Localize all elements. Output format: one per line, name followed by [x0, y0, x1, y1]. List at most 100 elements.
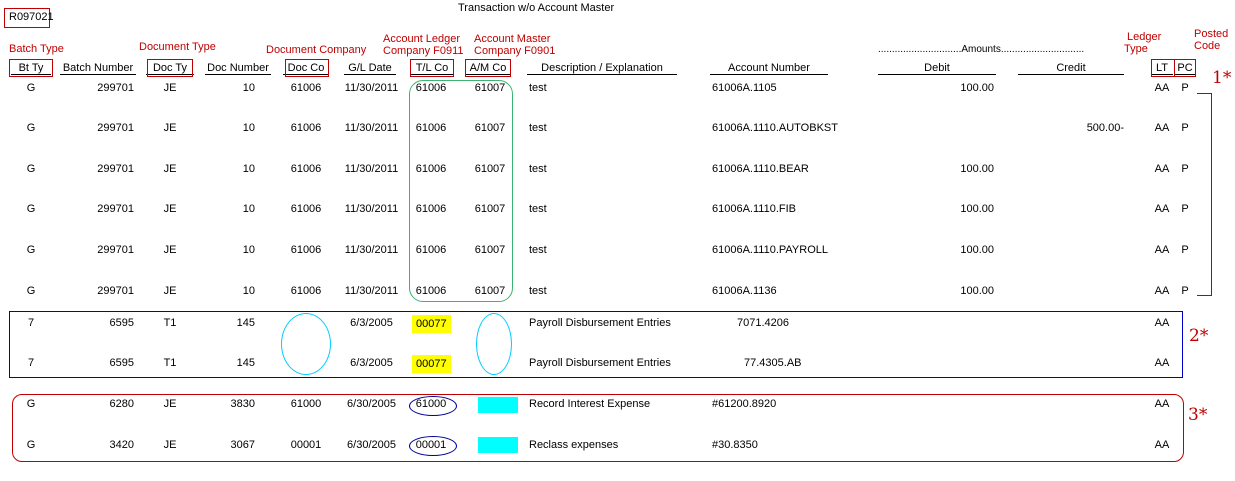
cell-am-co: 61007 — [474, 285, 506, 297]
cell-bt-ty: G — [26, 398, 36, 410]
cell-doc-ty: JE — [163, 203, 177, 215]
cell-gl-date: 11/30/2011 — [344, 163, 399, 175]
cell-lt: AA — [1154, 163, 1170, 175]
cell-tl-co: 61006 — [415, 82, 447, 94]
note-1: 1* — [1212, 68, 1232, 88]
cell-bt-ty: 7 — [27, 357, 35, 369]
highlight-box-doc-co — [285, 59, 329, 77]
cell-pc: P — [1181, 163, 1189, 175]
cell-doc-co: 61006 — [290, 244, 322, 256]
cell-doc-co: 00001 — [290, 439, 322, 451]
cell-lt: AA — [1154, 439, 1170, 451]
annotation-document-company: Document Company — [266, 44, 367, 56]
cell-debit: 100.00 — [960, 163, 994, 175]
cell-credit: 500.00- — [1086, 122, 1124, 134]
cell-gl-date: 11/30/2011 — [344, 285, 399, 297]
cell-gl-date: 11/30/2011 — [344, 203, 399, 215]
group1-bracket — [1197, 93, 1212, 296]
cell-bt-ty: 7 — [27, 317, 35, 329]
col-header-description: Description / Explanation — [527, 62, 677, 75]
cell-account-number: 61006A.1136 — [712, 285, 777, 297]
cell-doc-co: 61006 — [290, 163, 322, 175]
cell-account-number: 61006A.1110.PAYROLL — [712, 244, 828, 256]
cell-bt-ty: G — [26, 439, 36, 451]
cell-tl-co: 00077 — [412, 315, 451, 333]
col-header-doc-number: Doc Number — [205, 62, 271, 75]
col-header-account-number: Account Number — [710, 62, 828, 75]
cell-bt-ty: G — [26, 203, 36, 215]
missing-doc-co-oval — [281, 313, 331, 375]
annotation-document-type: Document Type — [139, 41, 216, 53]
cell-lt: AA — [1154, 398, 1170, 410]
cell-doc-ty: JE — [163, 163, 177, 175]
cell-debit: 100.00 — [960, 82, 994, 94]
cell-doc-number: 10 — [242, 244, 255, 256]
cell-batch-number: 6280 — [109, 398, 134, 410]
cell-tl-co: 61006 — [415, 163, 447, 175]
cell-doc-number: 3830 — [230, 398, 255, 410]
cell-doc-ty: JE — [163, 122, 177, 134]
cell-debit: 100.00 — [960, 203, 994, 215]
report-title: Transaction w/o Account Master — [458, 2, 615, 14]
cell-account-number: 61006A.1110.AUTOBKST — [712, 122, 838, 134]
amounts-header: ..............................Amounts...… — [878, 44, 1085, 55]
cell-batch-number: 3420 — [109, 439, 134, 451]
cell-description: test — [529, 203, 547, 215]
cell-bt-ty: G — [26, 122, 36, 134]
cell-doc-ty: T1 — [163, 317, 177, 329]
group1-company-highlight — [409, 80, 513, 302]
cell-gl-date: 6/30/2005 — [347, 439, 396, 451]
cell-doc-ty: T1 — [163, 357, 177, 369]
cell-gl-date: 11/30/2011 — [344, 244, 399, 256]
cell-debit: 100.00 — [960, 244, 994, 256]
cell-description: Record Interest Expense — [529, 398, 651, 410]
cell-gl-date: 6/3/2005 — [350, 317, 393, 329]
highlight-box-pc — [1174, 59, 1196, 77]
cell-doc-number: 10 — [242, 203, 255, 215]
cell-description: test — [529, 82, 547, 94]
col-header-credit: Credit — [1018, 62, 1124, 75]
cell-lt: AA — [1154, 285, 1170, 297]
cell-lt: AA — [1154, 317, 1170, 329]
cell-doc-co: 61006 — [290, 82, 322, 94]
cell-lt: AA — [1154, 122, 1170, 134]
annotation-acct-ledger-1: Account Ledger — [383, 33, 461, 45]
annotation-acct-master-1: Account Master — [474, 33, 551, 45]
cell-doc-ty: JE — [163, 244, 177, 256]
annotation-ledger-type-2: Type — [1124, 43, 1148, 55]
cell-pc: P — [1181, 244, 1189, 256]
missing-am-co-fill-2 — [478, 437, 518, 453]
cell-tl-co: 61006 — [415, 285, 447, 297]
cell-doc-number: 10 — [242, 122, 255, 134]
cell-account-number: 61006A.1110.BEAR — [712, 163, 809, 175]
cell-gl-date: 6/3/2005 — [350, 357, 393, 369]
report-id: R097021 — [9, 11, 54, 23]
cell-account-number: 61006A.1110.FIB — [712, 203, 796, 215]
annotation-acct-master-2: Company F0901 — [474, 45, 556, 57]
cell-account-number: #30.8350 — [712, 439, 758, 451]
cell-pc: P — [1181, 285, 1189, 297]
cell-am-co: 61007 — [474, 244, 506, 256]
cell-doc-ty: JE — [163, 398, 177, 410]
cell-batch-number: 299701 — [97, 82, 134, 94]
cell-lt: AA — [1154, 357, 1170, 369]
cell-batch-number: 299701 — [97, 244, 134, 256]
cell-pc: P — [1181, 122, 1189, 134]
cell-doc-co: 61006 — [290, 285, 322, 297]
annotation-posted-code-1: Posted — [1194, 28, 1229, 40]
cell-bt-ty: G — [26, 244, 36, 256]
cell-bt-ty: G — [26, 163, 36, 175]
cell-tl-co: 61000 — [415, 398, 447, 410]
cell-doc-number: 10 — [242, 163, 255, 175]
cell-debit: 100.00 — [960, 285, 994, 297]
cell-doc-ty: JE — [163, 285, 177, 297]
cell-account-number: 61006A.1105 — [712, 82, 777, 94]
annotation-ledger-type-1: Ledger — [1127, 31, 1162, 43]
cell-gl-date: 11/30/2011 — [344, 122, 399, 134]
cell-gl-date: 6/30/2005 — [347, 398, 396, 410]
cell-batch-number: 6595 — [109, 357, 134, 369]
cell-description: Payroll Disbursement Entries — [529, 317, 671, 329]
cell-description: test — [529, 163, 547, 175]
cell-account-number: 7071.4206 — [737, 317, 789, 329]
cell-doc-co: 61000 — [290, 398, 322, 410]
